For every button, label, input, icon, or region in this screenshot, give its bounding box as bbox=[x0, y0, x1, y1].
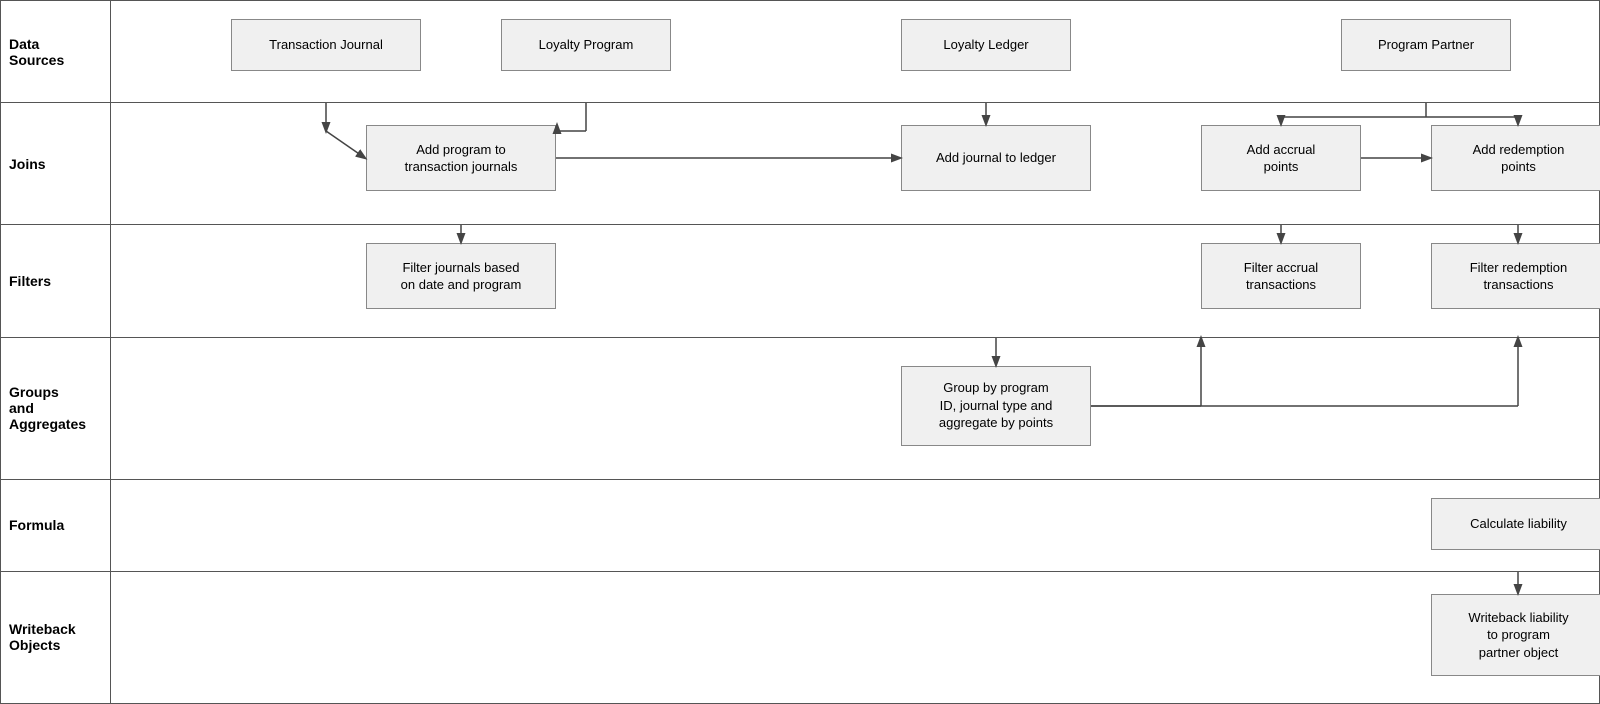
box-add-journal: Add journal to ledger bbox=[901, 125, 1091, 191]
label-writeback: WritebackObjects bbox=[1, 572, 111, 703]
joins-arrows bbox=[111, 103, 1599, 224]
groups-arrows bbox=[111, 338, 1599, 479]
label-groups: GroupsandAggregates bbox=[1, 338, 111, 479]
box-loyalty-program: Loyalty Program bbox=[501, 19, 671, 71]
box-filter-journals: Filter journals based on date and progra… bbox=[366, 243, 556, 309]
box-filter-accrual: Filter accrual transactions bbox=[1201, 243, 1361, 309]
row-joins: Joins Add program to transaction journal… bbox=[1, 103, 1599, 225]
content-formula: Calculate liability bbox=[111, 480, 1599, 571]
content-groups: Group by program ID, journal type and ag… bbox=[111, 338, 1599, 479]
box-group-aggregate: Group by program ID, journal type and ag… bbox=[901, 366, 1091, 446]
box-calculate-liability: Calculate liability bbox=[1431, 498, 1600, 550]
box-transaction-journal: Transaction Journal bbox=[231, 19, 421, 71]
row-filters: Filters Filter journals based on date an… bbox=[1, 225, 1599, 337]
label-filters: Filters bbox=[1, 225, 111, 336]
writeback-arrows bbox=[111, 572, 1599, 703]
box-loyalty-ledger: Loyalty Ledger bbox=[901, 19, 1071, 71]
content-writeback: Writeback liability to program partner o… bbox=[111, 572, 1599, 703]
diagram-container: DataSources Transaction Journal Loyalty … bbox=[0, 0, 1600, 704]
box-add-program: Add program to transaction journals bbox=[366, 125, 556, 191]
content-filters: Filter journals based on date and progra… bbox=[111, 225, 1599, 336]
box-program-partner: Program Partner bbox=[1341, 19, 1511, 71]
row-data-sources: DataSources Transaction Journal Loyalty … bbox=[1, 1, 1599, 103]
box-add-accrual: Add accrual points bbox=[1201, 125, 1361, 191]
box-filter-redemption: Filter redemption transactions bbox=[1431, 243, 1600, 309]
label-data-sources: DataSources bbox=[1, 1, 111, 102]
row-groups: GroupsandAggregates Group by program ID,… bbox=[1, 338, 1599, 480]
label-joins: Joins bbox=[1, 103, 111, 224]
label-formula: Formula bbox=[1, 480, 111, 571]
formula-arrows bbox=[111, 480, 1599, 571]
content-joins: Add program to transaction journals Add … bbox=[111, 103, 1599, 224]
box-add-redemption: Add redemption points bbox=[1431, 125, 1600, 191]
row-writeback: WritebackObjects Writeback liability to … bbox=[1, 572, 1599, 703]
row-formula: Formula Calculate liability bbox=[1, 480, 1599, 572]
filters-arrows bbox=[111, 225, 1599, 336]
box-writeback-liability: Writeback liability to program partner o… bbox=[1431, 594, 1600, 676]
content-data-sources: Transaction Journal Loyalty Program Loya… bbox=[111, 1, 1599, 102]
